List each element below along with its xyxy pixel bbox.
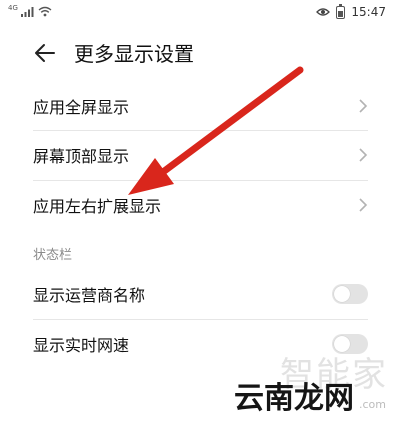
carrier-name-toggle[interactable] bbox=[332, 284, 368, 304]
watermark-url: .com bbox=[359, 398, 386, 411]
battery-icon bbox=[336, 3, 346, 19]
status-right: 15:47 bbox=[316, 3, 386, 19]
signal-icon bbox=[20, 7, 34, 17]
page-header: 更多显示设置 bbox=[0, 36, 400, 76]
toggle-label: 显示运营商名称 bbox=[33, 286, 146, 305]
chevron-right-icon bbox=[359, 148, 368, 162]
toggle-label: 显示实时网速 bbox=[33, 336, 130, 355]
status-left: 4G bbox=[8, 4, 52, 17]
chevron-right-icon bbox=[359, 198, 368, 212]
setting-label: 应用全屏显示 bbox=[33, 98, 130, 117]
toggle-row-carrier-name: 显示运营商名称 bbox=[33, 270, 368, 318]
watermark-logo-text: 云南龙网 bbox=[234, 381, 354, 416]
setting-row-top-screen[interactable]: 屏幕顶部显示 bbox=[33, 131, 368, 179]
section-header-statusbar: 状态栏 bbox=[33, 248, 73, 263]
setting-row-left-right-extend[interactable]: 应用左右扩展显示 bbox=[33, 181, 368, 229]
status-bar: 4G 15:47 bbox=[0, 0, 400, 26]
back-arrow-icon[interactable] bbox=[34, 42, 56, 64]
status-time: 15:47 bbox=[351, 5, 386, 19]
setting-label: 应用左右扩展显示 bbox=[33, 197, 162, 216]
eye-comfort-icon bbox=[316, 8, 331, 16]
realtime-speed-toggle[interactable] bbox=[332, 334, 368, 354]
network-type-label: 4G bbox=[8, 4, 18, 12]
wifi-icon bbox=[38, 6, 52, 17]
setting-row-app-fullscreen[interactable]: 应用全屏显示 bbox=[33, 82, 368, 130]
setting-label: 屏幕顶部显示 bbox=[33, 147, 130, 166]
chevron-right-icon bbox=[359, 99, 368, 113]
page-title: 更多显示设置 bbox=[74, 42, 194, 66]
